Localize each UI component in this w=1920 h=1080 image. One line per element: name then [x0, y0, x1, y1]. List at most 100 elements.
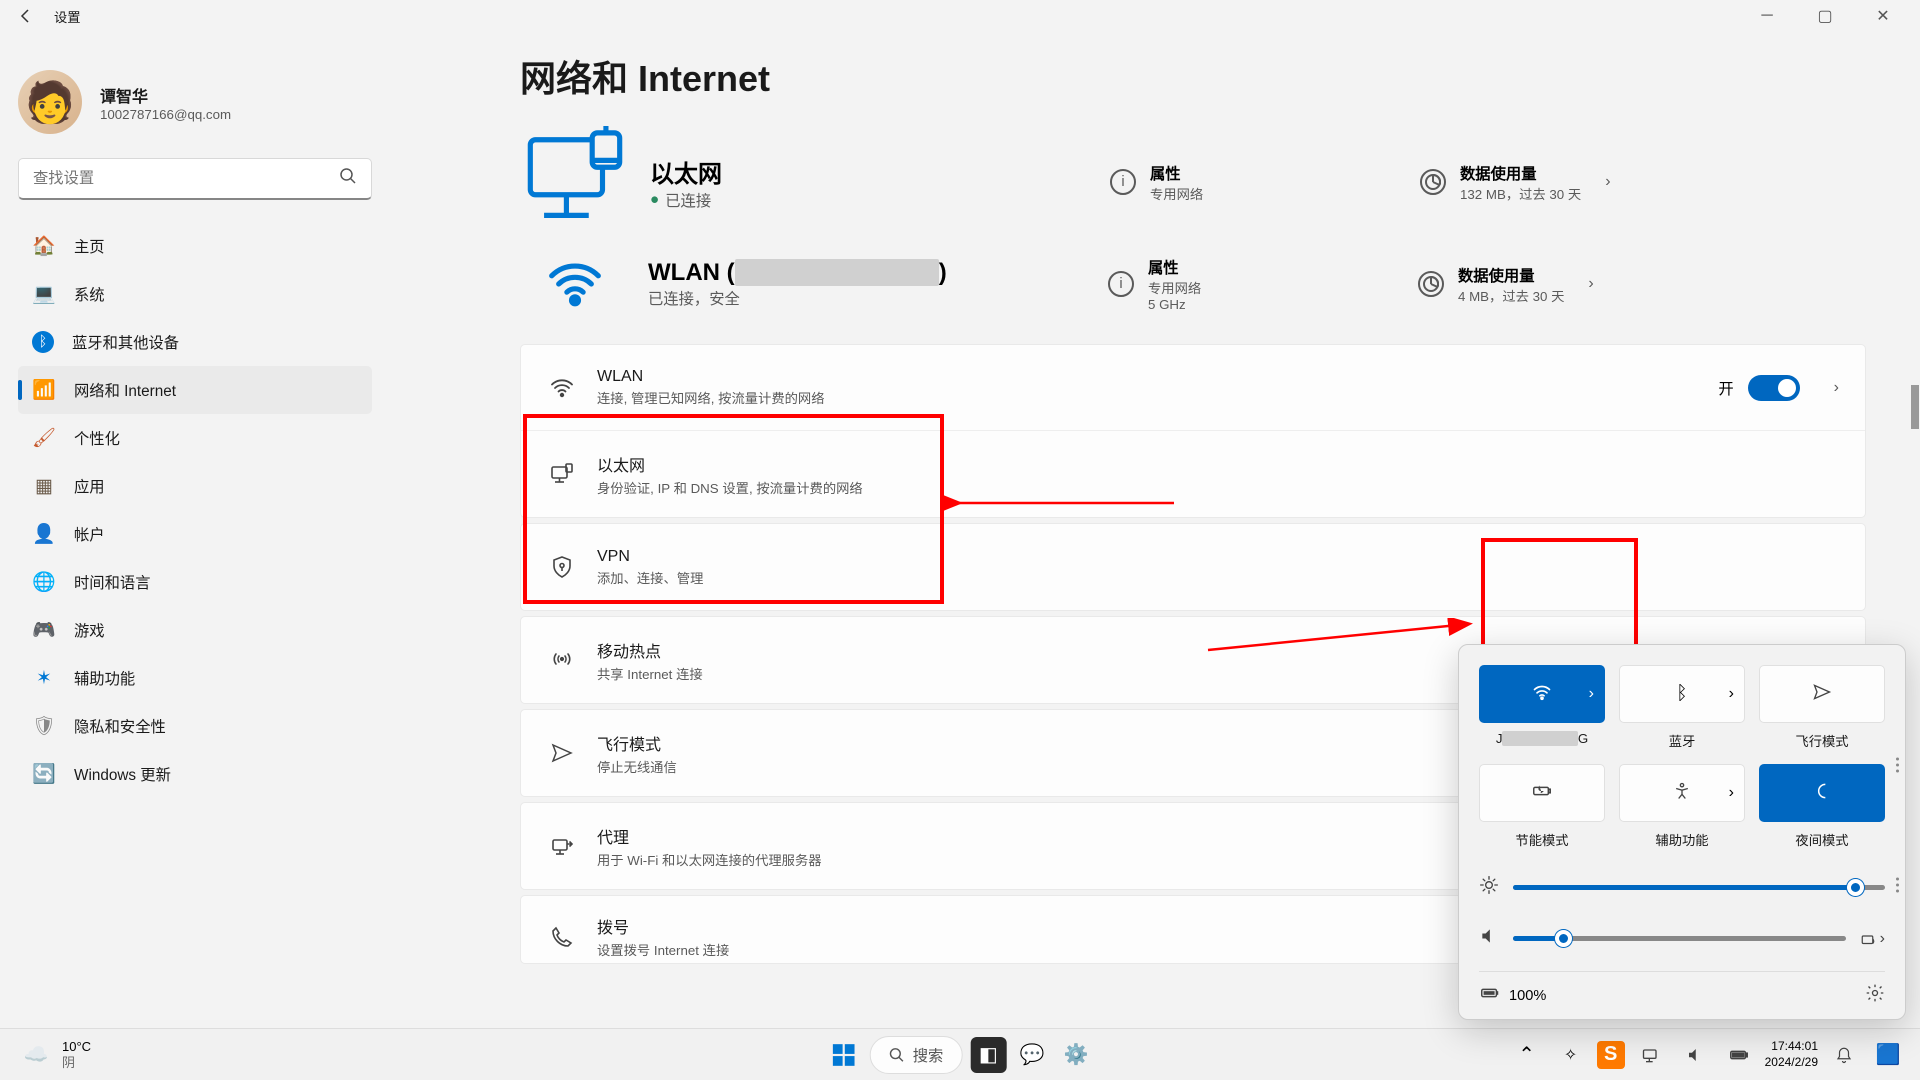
- status-wlan-sub: 已连接，安全: [648, 287, 1108, 309]
- usage-icon: [1418, 271, 1444, 297]
- connected-dot-icon: ●: [650, 191, 659, 209]
- back-button[interactable]: [8, 0, 44, 32]
- brightness-icon: [1479, 875, 1499, 900]
- nav-label: Windows 更新: [74, 763, 171, 785]
- wlan-properties[interactable]: i 属性专用网络5 GHz: [1108, 256, 1418, 312]
- nav-item-1[interactable]: 💻系统: [18, 270, 372, 318]
- nav-icon: ᛒ: [32, 331, 54, 353]
- search-box[interactable]: [18, 158, 372, 200]
- ethernet-data-usage[interactable]: 数据使用量132 MB，过去 30 天 ›: [1420, 162, 1611, 203]
- tray-volume[interactable]: [1677, 1037, 1713, 1073]
- brightness-slider[interactable]: [1513, 885, 1885, 890]
- weather-widget[interactable]: ☁️: [18, 1037, 54, 1073]
- nav-icon: 🖌: [32, 426, 56, 450]
- scrollbar-thumb[interactable]: [1911, 385, 1919, 429]
- qp-accessibility-button[interactable]: ›: [1619, 764, 1745, 822]
- nav-item-10[interactable]: 🛡隐私和安全性: [18, 702, 372, 750]
- tray-ime[interactable]: ✧: [1553, 1037, 1589, 1073]
- window-title: 设置: [54, 7, 81, 26]
- search-input[interactable]: [33, 170, 339, 188]
- app-wechat[interactable]: 💬: [1014, 1037, 1050, 1073]
- proxy-icon: [547, 834, 577, 858]
- nav-icon: 🛡: [32, 714, 56, 738]
- nav-icon: ✶: [32, 666, 56, 690]
- profile-email: 1002787166@qq.com: [100, 107, 231, 122]
- volume-slider[interactable]: [1513, 936, 1846, 941]
- wifi-icon: [520, 256, 630, 312]
- nav-label: 帐户: [74, 523, 105, 545]
- chevron-right-icon: ›: [1588, 275, 1593, 293]
- bluetooth-icon: ᛒ: [1676, 683, 1687, 705]
- wlan-toggle[interactable]: [1748, 375, 1800, 401]
- row-vpn[interactable]: VPN添加、连接、管理: [521, 524, 1865, 610]
- maximize-button[interactable]: ▢: [1796, 0, 1854, 32]
- taskbar: ☁️ 10°C阴 搜索 ◧ 💬 ⚙️ ⌃ ✧ S 17:44:012024/2/…: [0, 1028, 1920, 1080]
- sidebar: 🧑 谭智华 1002787166@qq.com 🏠 主页 💻系统ᛒ蓝牙和其他设备📶网…: [0, 32, 390, 1028]
- nav-item-6[interactable]: 👤 帐户: [18, 510, 372, 558]
- qp-accessibility-label: 辅助功能: [1655, 830, 1708, 849]
- qp-battery-saver-label: 节能模式: [1515, 830, 1568, 849]
- weather-desc: 阴: [62, 1055, 91, 1071]
- ethernet-icon: [547, 462, 577, 486]
- chevron-right-icon: ›: [1729, 784, 1734, 802]
- nav-item-0[interactable]: 🏠 主页: [18, 222, 372, 270]
- nav-item-7[interactable]: 🌐时间和语言: [18, 558, 372, 606]
- nav-item-11[interactable]: 🔄 Windows 更新: [18, 750, 372, 798]
- wlan-data-usage[interactable]: 数据使用量4 MB，过去 30 天 ›: [1418, 264, 1594, 305]
- profile-name: 谭智华: [100, 83, 231, 107]
- taskbar-search-label: 搜索: [913, 1044, 944, 1066]
- qp-settings-button[interactable]: [1865, 983, 1885, 1008]
- nav-item-3[interactable]: 📶网络和 Internet: [18, 366, 372, 414]
- nav-item-8[interactable]: 🎮游戏: [18, 606, 372, 654]
- taskbar-search[interactable]: 搜索: [870, 1036, 963, 1074]
- tray-copilot[interactable]: 🟦: [1870, 1037, 1906, 1073]
- nav-icon: 👤: [32, 522, 56, 546]
- app-settings[interactable]: ⚙️: [1058, 1037, 1094, 1073]
- status-ethernet-title: 以太网: [650, 154, 1110, 189]
- status-wlan-title: WLAN (████████████): [648, 259, 1108, 287]
- tray-network[interactable]: [1633, 1037, 1669, 1073]
- qp-bluetooth-button[interactable]: ᛒ ›: [1619, 665, 1745, 723]
- volume-icon: [1479, 926, 1499, 951]
- qp-airplane-button[interactable]: [1759, 665, 1885, 723]
- profile-block[interactable]: 🧑 谭智华 1002787166@qq.com: [18, 70, 372, 134]
- qp-battery-saver-button[interactable]: [1479, 764, 1605, 822]
- task-view-button[interactable]: ◧: [970, 1037, 1006, 1073]
- nav-item-2[interactable]: ᛒ蓝牙和其他设备: [18, 318, 372, 366]
- battery-percent: 100%: [1509, 988, 1546, 1004]
- audio-output-button[interactable]: ›: [1860, 930, 1885, 948]
- avatar: 🧑: [18, 70, 82, 134]
- titlebar: 设置 ─ ▢ ✕: [0, 0, 1920, 32]
- ethernet-properties[interactable]: i 属性专用网络: [1110, 162, 1420, 203]
- info-icon: i: [1110, 169, 1136, 195]
- tray-overflow[interactable]: ⌃: [1509, 1037, 1545, 1073]
- row-ethernet[interactable]: 以太网身份验证, IP 和 DNS 设置, 按流量计费的网络: [521, 431, 1865, 517]
- row-wlan[interactable]: WLAN连接, 管理已知网络, 按流量计费的网络 开 ›: [521, 345, 1865, 431]
- qp-wifi-button[interactable]: ›: [1479, 665, 1605, 723]
- nav-item-5[interactable]: ▦应用: [18, 462, 372, 510]
- chevron-right-icon: ›: [1834, 379, 1839, 397]
- chevron-right-icon: ›: [1589, 685, 1594, 703]
- night-light-icon: [1812, 781, 1832, 806]
- qp-night-light-button[interactable]: [1759, 764, 1885, 822]
- nav-icon: 🏠: [32, 234, 56, 258]
- nav-item-4[interactable]: 🖌个性化: [18, 414, 372, 462]
- nav-label: 游戏: [74, 619, 105, 641]
- minimize-button[interactable]: ─: [1738, 0, 1796, 32]
- info-icon: i: [1108, 271, 1134, 297]
- row-sub: 身份验证, IP 和 DNS 设置, 按流量计费的网络: [597, 478, 1839, 497]
- nav-icon: 🌐: [32, 570, 56, 594]
- tray-sogou[interactable]: S: [1597, 1041, 1625, 1069]
- tray-notifications[interactable]: [1826, 1037, 1862, 1073]
- usage-title: 数据使用量: [1460, 162, 1581, 184]
- close-button[interactable]: ✕: [1854, 0, 1912, 32]
- nav-item-9[interactable]: ✶辅助功能: [18, 654, 372, 702]
- nav-icon: 🔄: [32, 762, 56, 786]
- row-title: 以太网: [597, 452, 1839, 476]
- tray-battery[interactable]: [1721, 1037, 1757, 1073]
- weather-temp: 10°C: [62, 1039, 91, 1055]
- start-button[interactable]: [826, 1037, 862, 1073]
- nav-label: 主页: [74, 235, 105, 257]
- nav-icon: 💻: [32, 282, 56, 306]
- tray-clock[interactable]: 17:44:012024/2/29: [1765, 1039, 1818, 1070]
